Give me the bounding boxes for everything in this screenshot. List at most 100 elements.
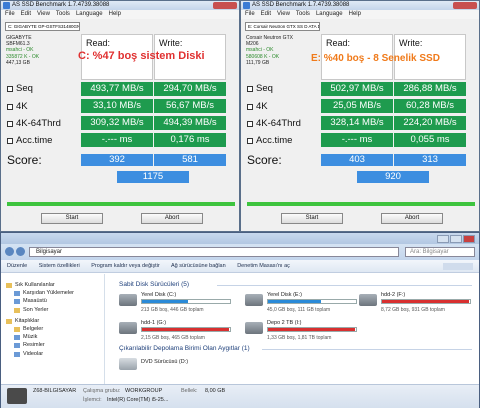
menu-language[interactable]: Language	[316, 11, 343, 17]
group-header-hdd[interactable]: Sabit Disk Sürücüleri (5)	[119, 281, 189, 288]
menu-view[interactable]: View	[277, 11, 290, 17]
start-button[interactable]: Start	[281, 213, 343, 224]
hard-drive-icon	[245, 294, 263, 306]
sidebar-item-desktop[interactable]: Masaüstü	[1, 297, 104, 305]
usage-bar	[267, 299, 357, 304]
usage-bar	[267, 327, 357, 332]
drive-c[interactable]: Yerel Disk (C:) 213 GB boş, 446 GB toplam	[119, 292, 237, 316]
row-label-4k: 4K	[16, 101, 28, 112]
drive-size: 447,13 GB	[6, 59, 30, 66]
drive-free: 45,0 GB boş, 111 GB toplam	[267, 307, 331, 313]
4k-checkbox[interactable]	[247, 104, 253, 110]
drive-i[interactable]: Depo 2 TB (I:) 1,33 GB boş, 1,81 TB topla…	[245, 320, 363, 344]
sidebar-item-downloads[interactable]: Karşıdan Yüklemeler	[1, 289, 104, 297]
window-title: AS SSD Benchmark 1.7.4739.38088	[252, 2, 350, 8]
menu-file[interactable]: File	[245, 11, 255, 17]
group-header-removable[interactable]: Çıkarılabilir Depolama Birimi Olan Aygıt…	[119, 345, 250, 352]
sidebar-item-documents[interactable]: Belgeler	[1, 325, 104, 333]
row-label-seq: Seq	[16, 83, 33, 94]
acc-checkbox[interactable]	[247, 138, 253, 144]
hard-drive-icon	[245, 322, 263, 334]
drive-name: hdd-2 (F:)	[381, 292, 406, 298]
drive-g[interactable]: hdd-1 (G:) 2,15 GB boş, 465 GB toplam	[119, 320, 237, 344]
menu-language[interactable]: Language	[76, 11, 103, 17]
usage-bar	[141, 327, 231, 332]
acc-checkbox[interactable]	[7, 138, 13, 144]
drive-free: 1,33 GB boş, 1,81 TB toplam	[267, 335, 332, 341]
menu-tools[interactable]: Tools	[56, 11, 70, 17]
address-bar[interactable]: Bilgisayar	[29, 247, 399, 257]
sidebar-label: Kitaplıklar	[15, 317, 40, 324]
usage-bar	[381, 299, 471, 304]
4k64-checkbox[interactable]	[247, 121, 253, 127]
write-4k64: 494,39 MB/s	[154, 116, 226, 130]
star-icon	[6, 283, 12, 288]
read-4k64: 309,32 MB/s	[81, 116, 153, 130]
write-seq: 286,88 MB/s	[394, 82, 466, 96]
sidebar-item-music[interactable]: Müzik	[1, 333, 104, 341]
drive-select[interactable]: C: GIGABYTE GP-GSTFS31480GNTD ATA D	[5, 22, 80, 31]
menu-view[interactable]: View	[37, 11, 50, 17]
progress-bar	[7, 202, 235, 206]
forward-icon[interactable]	[16, 247, 25, 256]
usage-fill	[268, 328, 356, 331]
abort-button[interactable]: Abort	[381, 213, 443, 224]
sidebar-item-favorites[interactable]: Sık Kullanılanlar	[1, 281, 104, 289]
row-label-4k64: 4K-64Thrd	[256, 118, 301, 129]
drive-select[interactable]: E: Corsair Neutron GTX SS D ATA Device	[245, 22, 320, 31]
usage-fill	[142, 300, 188, 303]
score-write: 313	[394, 154, 466, 166]
menu-help[interactable]: Help	[109, 11, 121, 17]
as-ssd-window-1: AS SSD Benchmark 1.7.4739.38088 File Edit…	[0, 0, 240, 232]
uninstall-program-button[interactable]: Program kaldır veya değiştir	[91, 263, 159, 269]
drive-dvd[interactable]: DVD Sürücüsü (D:)	[119, 356, 237, 370]
back-icon[interactable]	[5, 247, 14, 256]
read-4k64: 328,14 MB/s	[321, 116, 393, 130]
organize-button[interactable]: Düzenle	[7, 263, 27, 269]
title-bar[interactable]: AS SSD Benchmark 1.7.4739.38088	[241, 1, 479, 10]
map-network-drive-button[interactable]: Ağ sürücüsüne bağlan	[171, 263, 226, 269]
sidebar-item-libraries[interactable]: Kitaplıklar	[1, 317, 104, 325]
seq-checkbox[interactable]	[7, 86, 13, 92]
4k64-checkbox[interactable]	[7, 121, 13, 127]
open-control-panel-button[interactable]: Denetim Masası'nı aç	[237, 263, 290, 269]
menu-tools[interactable]: Tools	[296, 11, 310, 17]
sidebar-item-videos[interactable]: Videolar	[1, 350, 104, 358]
drive-f[interactable]: hdd-2 (F:) 8,72 GB boş, 931 GB toplam	[359, 292, 477, 316]
start-button[interactable]: Start	[41, 213, 103, 224]
maximize-button[interactable]	[450, 235, 462, 243]
title-bar[interactable]: AS SSD Benchmark 1.7.4739.38088	[1, 1, 239, 10]
downloads-icon	[14, 291, 20, 297]
videos-icon	[14, 351, 20, 357]
menu-edit[interactable]: Edit	[21, 11, 31, 17]
drive-e[interactable]: Yerel Disk (E:) 45,0 GB boş, 111 GB topla…	[245, 292, 363, 316]
usage-fill	[268, 300, 321, 303]
explorer-title-bar[interactable]	[1, 233, 479, 244]
view-options[interactable]	[443, 263, 473, 270]
row-label-4k: 4K	[256, 101, 268, 112]
documents-icon	[14, 326, 20, 332]
close-button[interactable]	[463, 235, 475, 243]
score-total: 920	[357, 171, 429, 183]
system-properties-button[interactable]: Sistem özellikleri	[39, 263, 80, 269]
minimize-button[interactable]	[437, 235, 449, 243]
4k-checkbox[interactable]	[7, 104, 13, 110]
window-controls[interactable]	[213, 2, 237, 9]
drive-size: 111,79 GB	[246, 59, 270, 66]
window-controls[interactable]	[453, 2, 477, 9]
sidebar-label: Müzik	[23, 334, 38, 341]
menu-file[interactable]: File	[5, 11, 15, 17]
seq-checkbox[interactable]	[247, 86, 253, 92]
sidebar-item-recent[interactable]: Son Yerler	[1, 306, 104, 314]
sidebar-item-pictures[interactable]: Resimler	[1, 341, 104, 349]
computer-name: Z68-BILGISAYAR	[33, 388, 77, 394]
explorer-window: Bilgisayar Ara: Bilgisayar Düzenle Siste…	[0, 232, 480, 408]
drive-name: hdd-1 (G:)	[141, 320, 167, 326]
write-acc: 0,176 ms	[154, 133, 226, 147]
menu-edit[interactable]: Edit	[261, 11, 271, 17]
abort-button[interactable]: Abort	[141, 213, 203, 224]
search-input[interactable]: Ara: Bilgisayar	[405, 247, 475, 257]
score-read: 403	[321, 154, 393, 166]
menu-help[interactable]: Help	[349, 11, 361, 17]
music-icon	[14, 335, 20, 341]
